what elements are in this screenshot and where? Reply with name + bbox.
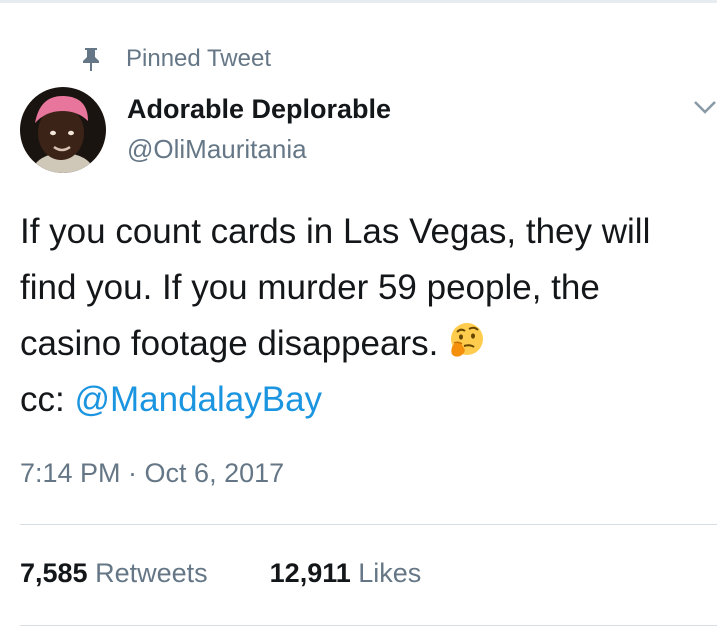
top-divider [0, 0, 717, 3]
tweet-stats: 7,585 Retweets 12,911 Likes [20, 558, 483, 589]
likes-stat[interactable]: 12,911 Likes [270, 558, 422, 589]
tweet-line: find you. If you murder 59 people, the [20, 268, 600, 307]
tweet-cc-line: cc: @MandalayBay [20, 372, 710, 428]
avatar[interactable] [20, 87, 106, 173]
pinned-tweet-indicator: Pinned Tweet [80, 44, 271, 74]
retweets-stat[interactable]: 7,585 Retweets [20, 558, 208, 589]
tweet-line: If you count cards in Las Vegas, they wi… [20, 212, 651, 251]
likes-count: 12,911 [269, 558, 351, 588]
pin-icon [83, 48, 99, 71]
tweet-line: casino footage disappears. [20, 324, 439, 363]
chevron-down-icon[interactable] [693, 98, 717, 116]
tweet-text: If you count cards in Las Vegas, they wi… [20, 204, 710, 428]
avatar-image [20, 87, 106, 173]
tweet-line-with-emoji: casino footage disappears. [20, 316, 710, 372]
author-name[interactable]: Adorable Deplorable [127, 94, 391, 125]
retweets-label: Retweets [95, 558, 208, 588]
retweets-count: 7,585 [20, 558, 88, 588]
mention-link[interactable]: @MandalayBay [74, 380, 322, 419]
divider [20, 524, 717, 525]
tweet-timestamp[interactable]: 7:14 PM · Oct 6, 2017 [20, 458, 284, 489]
thinking-face-icon [451, 323, 484, 357]
likes-label: Likes [358, 558, 422, 588]
cc-prefix: cc: [20, 380, 75, 419]
pinned-label: Pinned Tweet [126, 45, 271, 72]
author-handle[interactable]: @OliMauritania [127, 134, 307, 165]
